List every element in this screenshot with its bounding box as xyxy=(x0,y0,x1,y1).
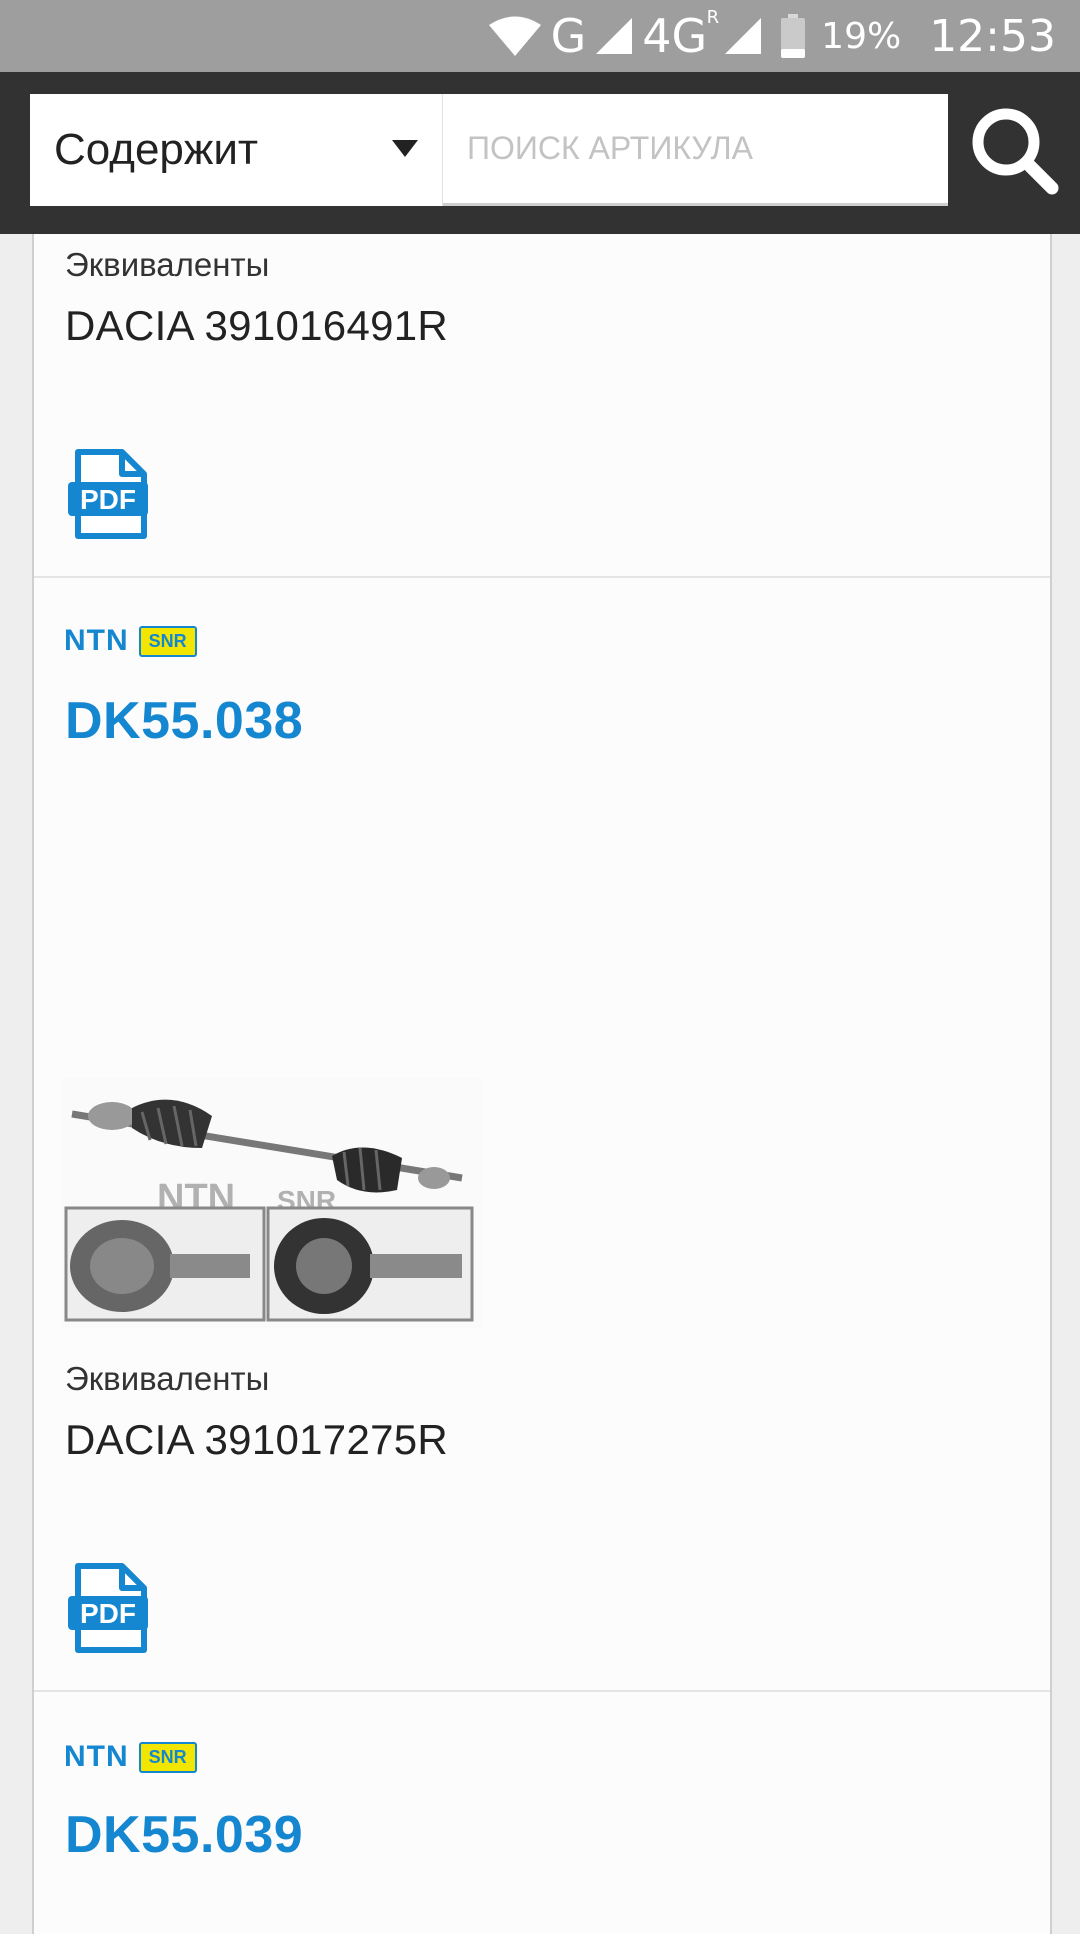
filter-dropdown[interactable]: Содержит xyxy=(30,94,443,206)
part-number-link[interactable]: DK55.038 xyxy=(65,691,303,751)
wifi-icon xyxy=(488,16,541,56)
pdf-icon[interactable]: PDF xyxy=(68,448,148,540)
search-button[interactable] xyxy=(948,94,1080,206)
brand-snr: SNR xyxy=(138,1741,197,1773)
brand-ntn: NTN xyxy=(64,1740,129,1773)
signal-icon xyxy=(725,18,762,54)
pdf-icon-label: PDF xyxy=(80,1598,136,1629)
brand-ntn: NTN xyxy=(64,624,129,657)
equivalents-label: Эквиваленты xyxy=(65,246,270,283)
equivalents-value: DACIA 391017275R xyxy=(65,1416,449,1463)
results-list: Эквиваленты DACIA 391016491R PDF NTN SNR… xyxy=(32,234,1052,1934)
search-header: NTN ‹SNR› Содержит xyxy=(0,72,1080,234)
article-search-input[interactable] xyxy=(443,94,948,206)
filter-dropdown-label: Содержит xyxy=(54,125,259,174)
battery-percent: 19% xyxy=(821,15,902,57)
result-divider xyxy=(34,576,1050,578)
result-divider xyxy=(34,1690,1050,1692)
signal-icon xyxy=(596,18,633,54)
pdf-icon[interactable]: PDF xyxy=(68,1562,148,1654)
brand-logo: NTN SNR xyxy=(64,624,197,658)
search-icon xyxy=(972,108,1059,195)
caret-down-icon xyxy=(392,140,418,157)
equivalents-label: Эквиваленты xyxy=(65,1360,270,1397)
equivalents-value: DACIA 391016491R xyxy=(65,302,449,349)
battery-icon xyxy=(781,14,806,58)
clock: 12:53 xyxy=(929,10,1056,62)
part-number-link[interactable]: DK55.039 xyxy=(65,1805,303,1865)
status-icons: G 4G R 19% 12:53 xyxy=(488,0,1056,72)
roaming-indicator: R xyxy=(706,7,720,28)
drive-shaft-image[interactable]: NTN SNR xyxy=(62,1078,482,1328)
brand-logo: NTN SNR xyxy=(64,1740,197,1774)
brand-snr: SNR xyxy=(138,625,197,657)
pdf-icon-label: PDF xyxy=(80,484,136,515)
status-bar: G 4G R 19% 12:53 xyxy=(0,0,1080,72)
network-type-g: G xyxy=(550,9,587,63)
network-type-4g: 4G R xyxy=(642,7,720,63)
